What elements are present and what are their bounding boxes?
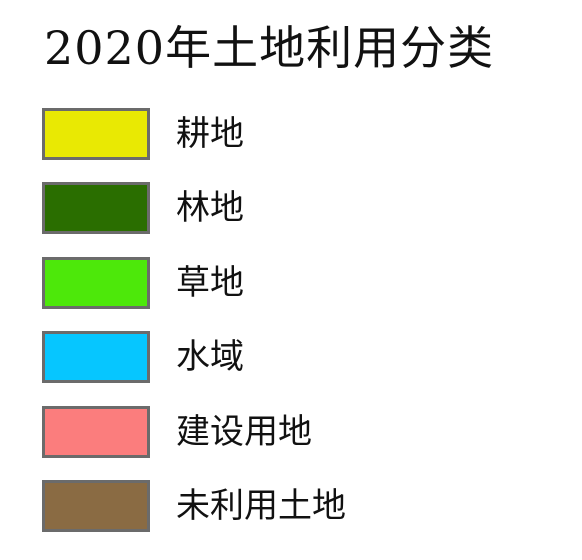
land-use-legend: 2020年土地利用分类 耕地 林地 草地 水域 建设用地 未利用土地 xyxy=(0,0,582,560)
legend-title: 2020年土地利用分类 xyxy=(44,21,495,75)
swatch-cropland xyxy=(42,108,150,160)
legend-label-cropland: 耕地 xyxy=(176,114,244,154)
swatch-built-up xyxy=(42,406,150,458)
legend-item-water: 水域 xyxy=(42,331,542,387)
legend-label-water: 水域 xyxy=(176,337,244,377)
legend-item-grassland: 草地 xyxy=(42,257,542,313)
swatch-forest xyxy=(42,182,150,234)
legend-label-built-up: 建设用地 xyxy=(176,412,312,452)
legend-item-forest: 林地 xyxy=(42,182,542,238)
legend-item-unused-land: 未利用土地 xyxy=(42,480,542,536)
swatch-water xyxy=(42,331,150,383)
legend-label-grassland: 草地 xyxy=(176,263,244,303)
swatch-unused-land xyxy=(42,480,150,532)
legend-label-unused-land: 未利用土地 xyxy=(176,486,346,526)
legend-item-built-up: 建设用地 xyxy=(42,406,542,462)
legend-label-forest: 林地 xyxy=(176,188,244,228)
legend-item-cropland: 耕地 xyxy=(42,108,542,164)
swatch-grassland xyxy=(42,257,150,309)
